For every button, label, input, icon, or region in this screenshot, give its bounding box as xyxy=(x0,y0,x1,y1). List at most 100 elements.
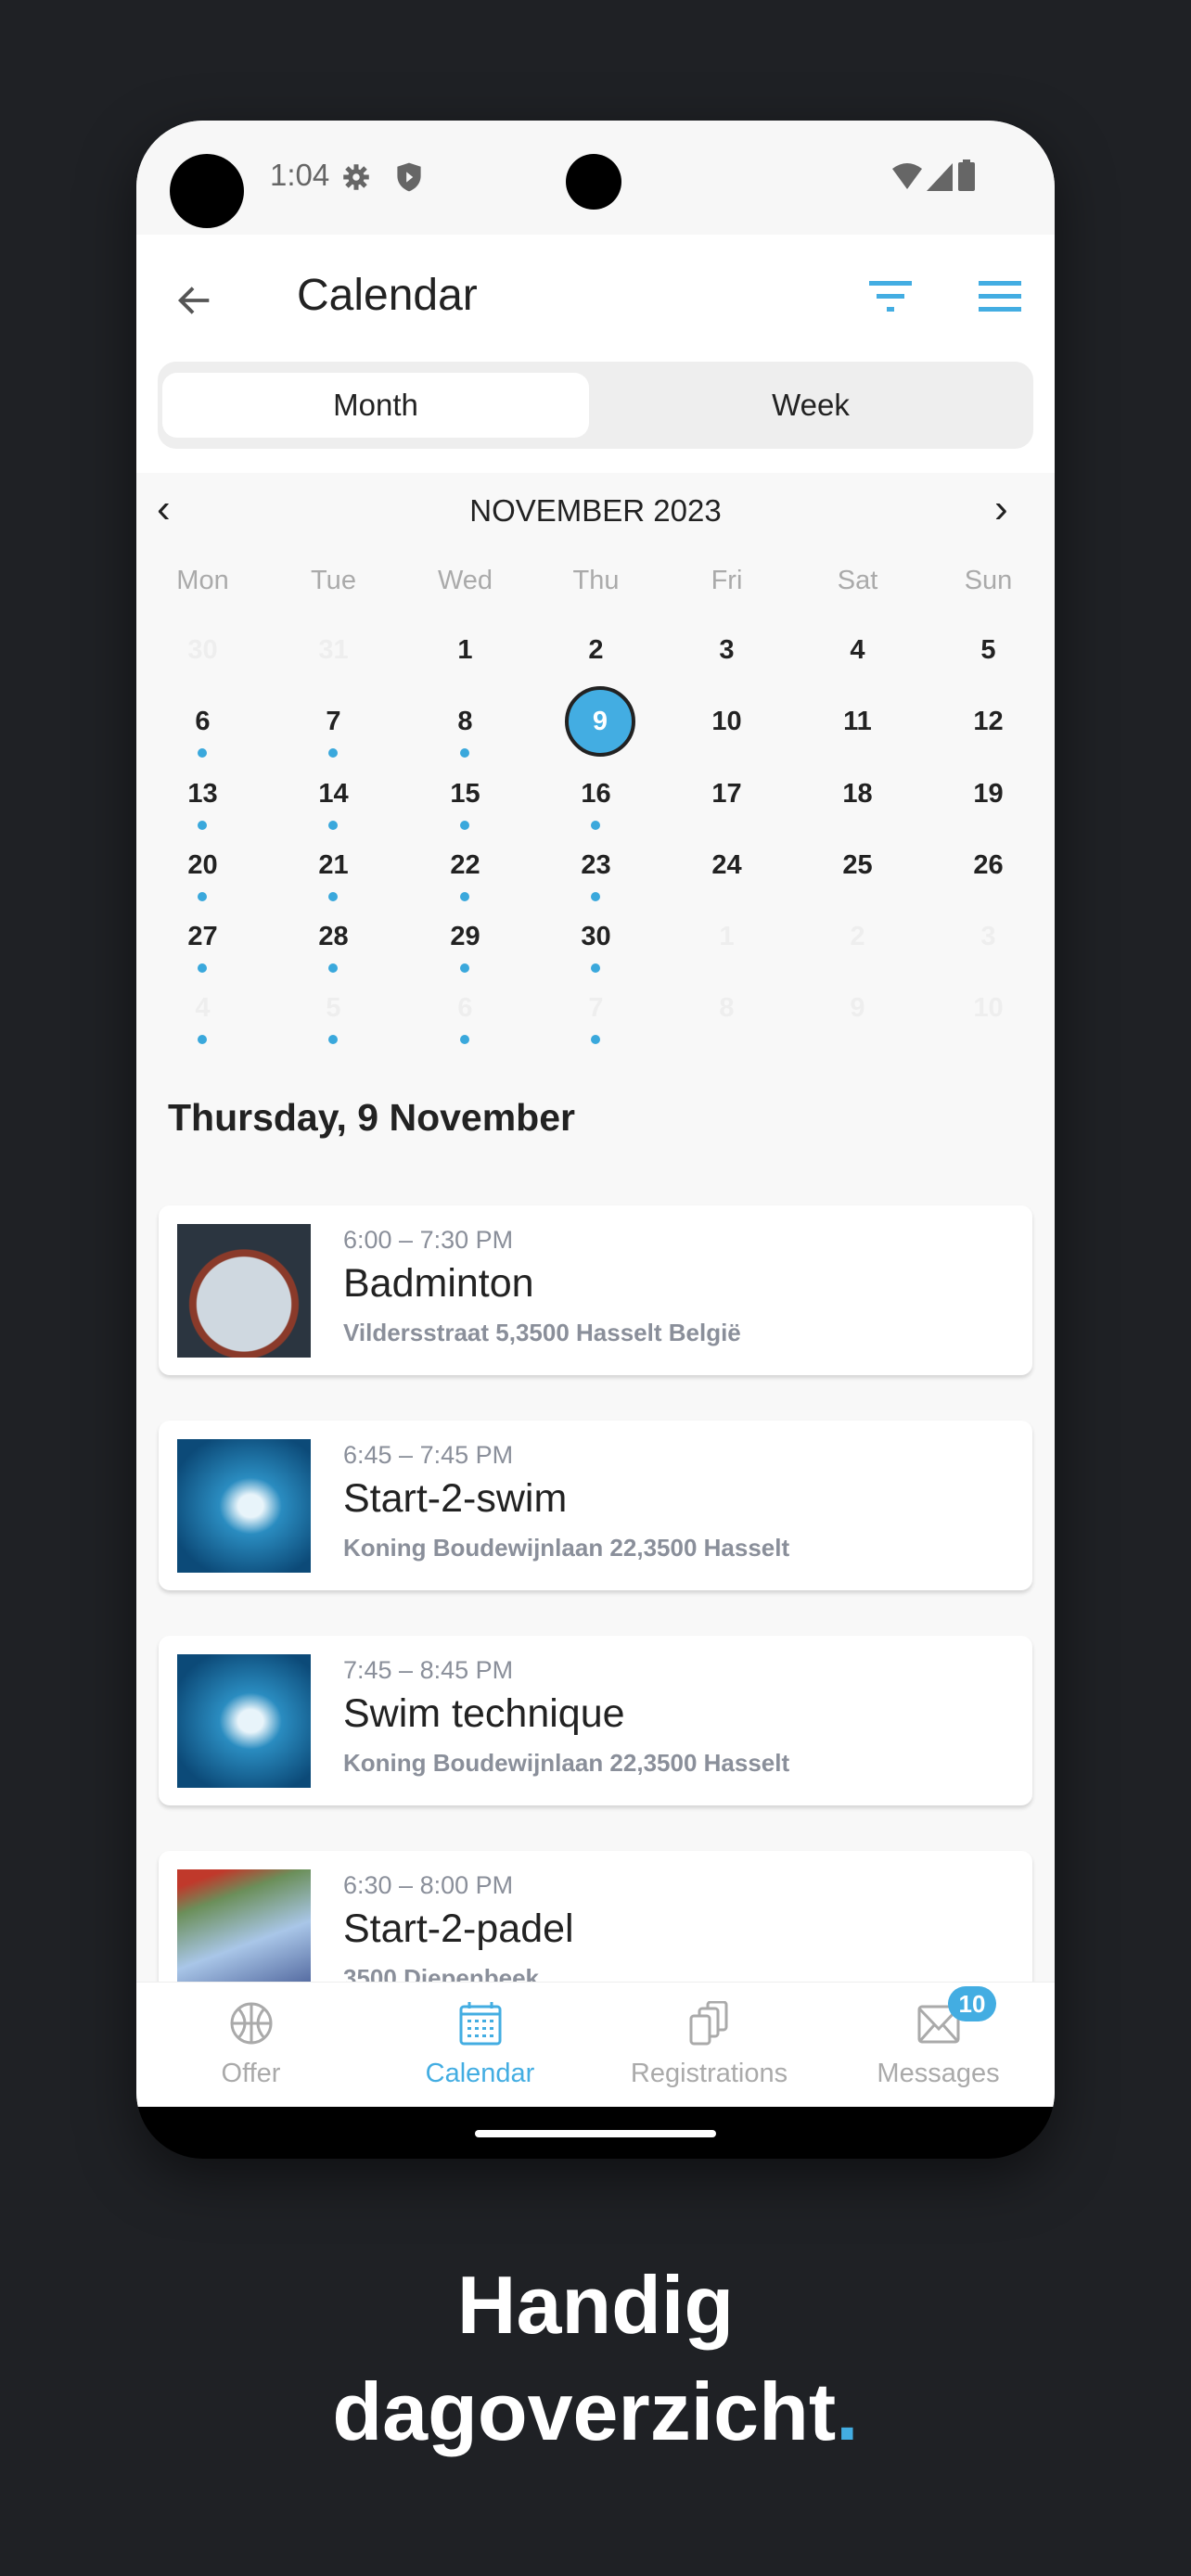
day-number: 15 xyxy=(450,779,480,809)
nav-messages[interactable]: 10 Messages xyxy=(824,1983,1053,2107)
calendar-day[interactable]: 31 xyxy=(268,618,399,682)
day-number: 7 xyxy=(326,707,341,736)
tab-week[interactable]: Week xyxy=(597,373,1024,438)
phone-frame: 1:04 Calendar Month Week ‹ NOVEMBER 2023… xyxy=(136,121,1055,2159)
calendar-day[interactable]: 9 xyxy=(792,976,923,1040)
day-number: 25 xyxy=(842,850,873,880)
menu-icon[interactable] xyxy=(979,279,1021,312)
selected-day[interactable]: 9 xyxy=(531,686,661,757)
calendar-day[interactable]: 29 xyxy=(400,904,531,973)
tagline-text: dagoverzicht xyxy=(332,2366,837,2457)
calendar-day[interactable]: 7 xyxy=(531,976,661,1044)
day-number: 29 xyxy=(450,922,480,951)
tagline-line2: dagoverzicht. xyxy=(0,2365,1191,2459)
calendar-day[interactable]: 28 xyxy=(268,904,399,973)
calendar-day[interactable]: 3 xyxy=(661,618,792,682)
nav-label: Calendar xyxy=(425,2059,535,2088)
event-indicator-dot xyxy=(460,821,469,830)
event-thumbnail xyxy=(177,1439,311,1573)
event-time: 6:30 – 8:00 PM xyxy=(343,1871,514,1899)
event-address: Koning Boudewijnlaan 22,3500 Hasselt xyxy=(343,1534,790,1562)
calendar-day[interactable]: 26 xyxy=(923,833,1054,898)
calendar-day[interactable]: 25 xyxy=(792,833,923,898)
calendar-day[interactable]: 17 xyxy=(661,761,792,826)
home-indicator[interactable] xyxy=(475,2130,716,2137)
calendar-day[interactable]: 16 xyxy=(531,761,661,830)
calendar-day[interactable]: 12 xyxy=(923,689,1054,754)
event-indicator-dot xyxy=(328,963,338,973)
day-number: 6 xyxy=(195,707,211,736)
nav-registrations[interactable]: Registrations xyxy=(595,1983,824,2107)
calendar-day[interactable]: 5 xyxy=(923,618,1054,682)
calendar-day[interactable]: 30 xyxy=(531,904,661,973)
calendar-day[interactable]: 22 xyxy=(400,833,531,901)
nav-label: Messages xyxy=(877,2059,1000,2088)
day-number: 30 xyxy=(187,635,218,665)
event-indicator-dot xyxy=(328,748,338,758)
calendar-day[interactable]: 5 xyxy=(268,976,399,1044)
calendar-day[interactable]: 4 xyxy=(137,976,268,1044)
calendar-day[interactable]: 10 xyxy=(923,976,1054,1040)
filter-icon[interactable] xyxy=(869,279,912,312)
calendar-day[interactable]: 7 xyxy=(268,689,399,758)
calendar-day[interactable]: 6 xyxy=(137,689,268,758)
calendar-day[interactable]: 2 xyxy=(792,904,923,969)
unread-badge: 10 xyxy=(948,1986,996,2021)
calendar-day[interactable]: 2 xyxy=(531,618,661,682)
calendar-day[interactable]: 8 xyxy=(400,689,531,758)
calendar-day[interactable]: 18 xyxy=(792,761,923,826)
weekday-label: Wed xyxy=(437,566,493,595)
event-indicator-dot xyxy=(198,892,207,901)
day-number: 26 xyxy=(973,850,1004,880)
tab-month[interactable]: Month xyxy=(162,373,589,438)
event-indicator-dot xyxy=(591,963,600,973)
camera-cutout-icon xyxy=(566,154,621,210)
calendar-day[interactable]: 10 xyxy=(661,689,792,754)
calendar-day[interactable]: 11 xyxy=(792,689,923,754)
calendar-day[interactable]: 19 xyxy=(923,761,1054,826)
calendar-day[interactable]: 6 xyxy=(400,976,531,1044)
tagline-line1: Handig xyxy=(456,2259,735,2351)
calendar-day[interactable]: 13 xyxy=(137,761,268,830)
event-time: 7:45 – 8:45 PM xyxy=(343,1656,514,1684)
event-indicator-dot xyxy=(460,892,469,901)
bottom-navigation: Offer Calendar Registrations 10 Messages xyxy=(136,1982,1055,2107)
nav-calendar[interactable]: Calendar xyxy=(365,1983,595,2107)
event-card[interactable]: 7:45 – 8:45 PM Swim technique Koning Bou… xyxy=(159,1636,1032,1805)
day-number: 7 xyxy=(588,993,604,1023)
calendar-day[interactable]: 21 xyxy=(268,833,399,901)
settings-gear-icon xyxy=(343,164,369,190)
next-month-chevron-icon[interactable]: › xyxy=(994,486,1008,532)
day-number: 10 xyxy=(973,993,1004,1023)
day-number: 2 xyxy=(588,635,604,665)
event-card[interactable]: 6:45 – 7:45 PM Start-2-swim Koning Boude… xyxy=(159,1421,1032,1590)
calendar-day[interactable]: 3 xyxy=(923,904,1054,969)
page-title: Calendar xyxy=(297,271,478,320)
event-card[interactable]: 6:00 – 7:30 PM Badminton Vildersstraat 5… xyxy=(159,1205,1032,1375)
event-name: Start-2-swim xyxy=(343,1476,568,1521)
month-label: NOVEMBER 2023 xyxy=(469,493,722,528)
back-arrow-icon[interactable] xyxy=(173,279,216,322)
day-number: 9 xyxy=(565,686,635,757)
nav-offer[interactable]: Offer xyxy=(136,1983,365,2107)
day-number: 18 xyxy=(842,779,873,809)
calendar-day[interactable]: 30 xyxy=(137,618,268,682)
basketball-icon xyxy=(230,2002,273,2045)
event-indicator-dot xyxy=(591,821,600,830)
event-indicator-dot xyxy=(460,963,469,973)
calendar-day[interactable]: 20 xyxy=(137,833,268,901)
day-number: 30 xyxy=(581,922,611,951)
calendar-day[interactable]: 14 xyxy=(268,761,399,830)
calendar-day[interactable]: 24 xyxy=(661,833,792,898)
calendar-day[interactable]: 4 xyxy=(792,618,923,682)
calendar-day[interactable]: 1 xyxy=(400,618,531,682)
calendar-day[interactable]: 23 xyxy=(531,833,661,901)
calendar-day[interactable]: 27 xyxy=(137,904,268,973)
day-number: 21 xyxy=(318,850,349,880)
day-number: 27 xyxy=(187,922,218,951)
calendar-day[interactable]: 1 xyxy=(661,904,792,969)
calendar-day[interactable]: 8 xyxy=(661,976,792,1040)
day-number: 14 xyxy=(318,779,349,809)
calendar-day[interactable]: 15 xyxy=(400,761,531,830)
day-number: 20 xyxy=(187,850,218,880)
